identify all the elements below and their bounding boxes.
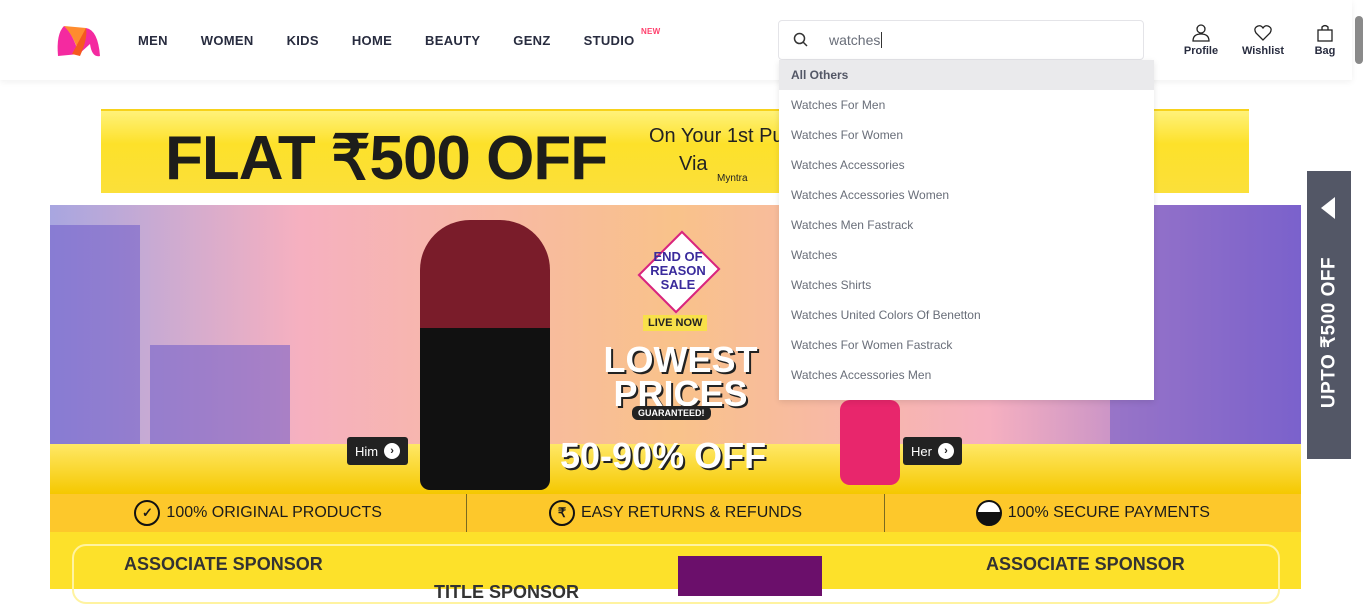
sponsor-left: ASSOCIATE SPONSOR: [124, 554, 323, 574]
nav-home[interactable]: HOME: [352, 33, 392, 48]
nav-studio-label: STUDIO: [583, 33, 635, 48]
offer-headline: FLAT ₹500 OFF: [165, 124, 608, 193]
scrollbar-thumb[interactable]: [1355, 16, 1363, 64]
him-button[interactable]: Him ›: [347, 437, 409, 465]
trust-returns: ₹ EASY RETURNS & REFUNDS: [467, 494, 885, 532]
nav-studio[interactable]: STUDIO NEW: [583, 27, 661, 48]
search-input[interactable]: watches: [778, 20, 1144, 60]
scrollbar[interactable]: [1352, 0, 1366, 589]
sponsor-right: ASSOCIATE SPONSOR: [986, 554, 1185, 574]
search-value: watches: [829, 32, 883, 48]
model-her: [840, 400, 900, 485]
nav-women[interactable]: WOMEN: [201, 33, 254, 48]
suggestion-item[interactable]: Watches For Men: [779, 90, 1154, 120]
wishlist-label: Wishlist: [1241, 45, 1285, 57]
check-icon: ✓: [134, 500, 161, 526]
heart-icon: [1254, 25, 1272, 41]
trust-label: 100% ORIGINAL PRODUCTS: [166, 504, 382, 521]
nav-men[interactable]: MEN: [138, 33, 168, 48]
rupee-icon: ₹: [548, 500, 575, 526]
guaranteed-badge: GUARANTEED!: [632, 406, 711, 420]
suggestion-item[interactable]: Watches Accessories Women: [779, 180, 1154, 210]
sale-tag-text: END OF REASON SALE: [650, 249, 706, 292]
chevron-right-icon: ›: [937, 443, 954, 459]
offer-side-tab[interactable]: UPTO ₹500 OFF: [1307, 171, 1351, 459]
trust-label: 100% SECURE PAYMENTS: [1007, 504, 1210, 521]
profile-icon: [1192, 24, 1210, 42]
suggestion-item[interactable]: Watches Men Fastrack: [779, 210, 1154, 240]
side-tab-text: UPTO ₹500 OFF: [1318, 256, 1340, 409]
offer-brand: Myntra: [717, 173, 748, 184]
offer-line2: Via: [679, 153, 708, 175]
lock-icon: [975, 500, 1002, 526]
suggestion-item[interactable]: Watches United Colors Of Benetton: [779, 300, 1154, 330]
her-label: Her: [911, 443, 932, 459]
sponsor-banner[interactable]: ASSOCIATE SPONSOR TITLE SPONSOR ASSOCIAT…: [50, 532, 1301, 604]
him-label: Him: [355, 443, 379, 459]
suggestion-item[interactable]: Watches For Women: [779, 120, 1154, 150]
model-him: [420, 220, 550, 490]
search-suggestions: All Others Watches For Men Watches For W…: [779, 60, 1154, 400]
myntra-logo[interactable]: [54, 24, 104, 58]
sponsor-logo: [678, 556, 822, 596]
her-button[interactable]: Her ›: [903, 437, 962, 465]
wishlist-button[interactable]: Wishlist: [1232, 24, 1294, 57]
bag-button[interactable]: Bag: [1294, 24, 1356, 57]
nav-beauty[interactable]: BEAUTY: [425, 33, 480, 48]
bag-label: Bag: [1314, 45, 1336, 57]
caret-left-icon: [1321, 197, 1335, 219]
sponsor-middle: TITLE SPONSOR: [434, 582, 580, 602]
new-badge: NEW: [640, 27, 661, 36]
main-nav: MEN WOMEN KIDS HOME BEAUTY GENZ STUDIO NE…: [138, 27, 668, 48]
nav-kids[interactable]: KIDS: [287, 33, 319, 48]
trust-original: ✓ 100% ORIGINAL PRODUCTS: [50, 494, 468, 532]
offer-line1: On Your 1st Pur: [649, 125, 791, 147]
search-icon: [793, 32, 808, 47]
nav-genz[interactable]: GENZ: [513, 33, 550, 48]
profile-button[interactable]: Profile: [1170, 24, 1232, 57]
suggestion-item[interactable]: Watches Accessories Men: [779, 360, 1154, 390]
suggestion-item[interactable]: Watches Shirts: [779, 270, 1154, 300]
live-now-badge: LIVE NOW: [643, 315, 708, 331]
trust-strip: ✓ 100% ORIGINAL PRODUCTS ₹ EASY RETURNS & …: [50, 494, 1301, 532]
building: [50, 225, 140, 475]
suggestion-group-header: All Others: [779, 60, 1154, 90]
trust-label: EASY RETURNS & REFUNDS: [580, 504, 803, 521]
profile-label: Profile: [1183, 45, 1219, 57]
discount-text: 50-90% OFF: [560, 435, 767, 476]
lowest-prices: LOWEST PRICES: [603, 339, 758, 414]
chevron-right-icon: ›: [384, 443, 401, 459]
suggestion-item[interactable]: Watches: [779, 240, 1154, 270]
bag-icon: [1317, 24, 1333, 42]
suggestion-item[interactable]: Watches For Women Fastrack: [779, 330, 1154, 360]
suggestion-item[interactable]: Watches Accessories: [779, 150, 1154, 180]
trust-secure: 100% SECURE PAYMENTS: [885, 494, 1301, 532]
